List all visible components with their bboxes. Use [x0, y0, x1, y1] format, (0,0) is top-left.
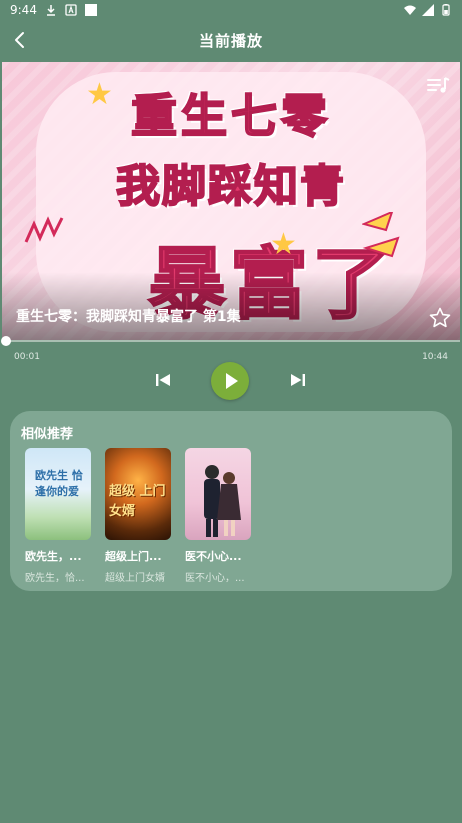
- skip-next-icon[interactable]: [288, 370, 308, 390]
- battery-icon: [442, 4, 450, 16]
- cover-text-line-1: 重生七零: [130, 88, 331, 144]
- a-icon: [65, 4, 77, 16]
- cover-text-line-2: 我脚踩知青: [115, 160, 346, 213]
- recommendation-cover-text: 欧先生 恰逢你的爱: [35, 469, 83, 498]
- chevron-left-icon: [15, 32, 24, 48]
- recommendation-name: 欧先生，...: [25, 550, 82, 563]
- zigzag-decoration-icon: [24, 216, 64, 243]
- recommendation-cover: 超级 上门女婿: [105, 448, 171, 540]
- app-bar: 当前播放: [0, 20, 462, 60]
- cover-star-decoration-icon: ★: [86, 77, 113, 112]
- signal-icon: [422, 4, 434, 16]
- playlist-icon[interactable]: [426, 74, 450, 98]
- page-title: 当前播放: [198, 31, 263, 50]
- recommendation-cover: [185, 448, 251, 540]
- download-icon: [46, 5, 55, 16]
- star-icon[interactable]: [428, 306, 452, 330]
- status-time: 9:44: [10, 3, 37, 17]
- recommendation-subtitle: 医不小心，...: [185, 573, 245, 584]
- status-bar: 9:44: [0, 0, 462, 20]
- recommendation-name: 超级上门...: [105, 550, 162, 563]
- recommendation-item[interactable]: 医不小心... 医不小心，...: [185, 448, 251, 584]
- recommendation-subtitle: 超级上门女婿: [105, 573, 165, 584]
- recommendation-cover: 欧先生 恰逢你的爱: [25, 448, 91, 540]
- progress-track[interactable]: [2, 340, 460, 342]
- back-button[interactable]: [8, 28, 32, 52]
- recommendations-card: 相似推荐 欧先生 恰逢你的爱 欧先生，... 欧先生，恰... 超级 上门女婿 …: [10, 411, 452, 591]
- square-icon: [84, 4, 97, 16]
- recommendation-subtitle: 欧先生，恰...: [25, 573, 85, 584]
- wifi-icon: [404, 5, 416, 15]
- recommendations-title: 相似推荐: [21, 427, 74, 442]
- play-button[interactable]: [211, 362, 249, 400]
- video-cover[interactable]: 重生七零 我脚踩知青 暴富了 ★ ★ 重生七零：我脚踩知青暴富了 第1集: [2, 62, 460, 342]
- couple-illustration: [204, 465, 241, 537]
- recommendations-list: 欧先生 恰逢你的爱 欧先生，... 欧先生，恰... 超级 上门女婿 超级上门.…: [25, 448, 251, 584]
- recommendation-item[interactable]: 超级 上门女婿 超级上门... 超级上门女婿: [105, 448, 171, 584]
- recommendation-item[interactable]: 欧先生 恰逢你的爱 欧先生，... 欧先生，恰...: [25, 448, 91, 584]
- cover-star-decoration-icon: ★: [270, 227, 297, 262]
- skip-previous-icon[interactable]: [153, 370, 173, 390]
- playback-controls: [0, 360, 462, 400]
- progress-knob[interactable]: [0, 336, 11, 346]
- play-icon: [226, 373, 238, 389]
- recommendation-name: 医不小心...: [185, 550, 242, 563]
- episode-title: 重生七零：我脚踩知青暴富了 第1集: [16, 309, 241, 325]
- recommendation-cover-text: 超级 上门女婿: [109, 484, 166, 519]
